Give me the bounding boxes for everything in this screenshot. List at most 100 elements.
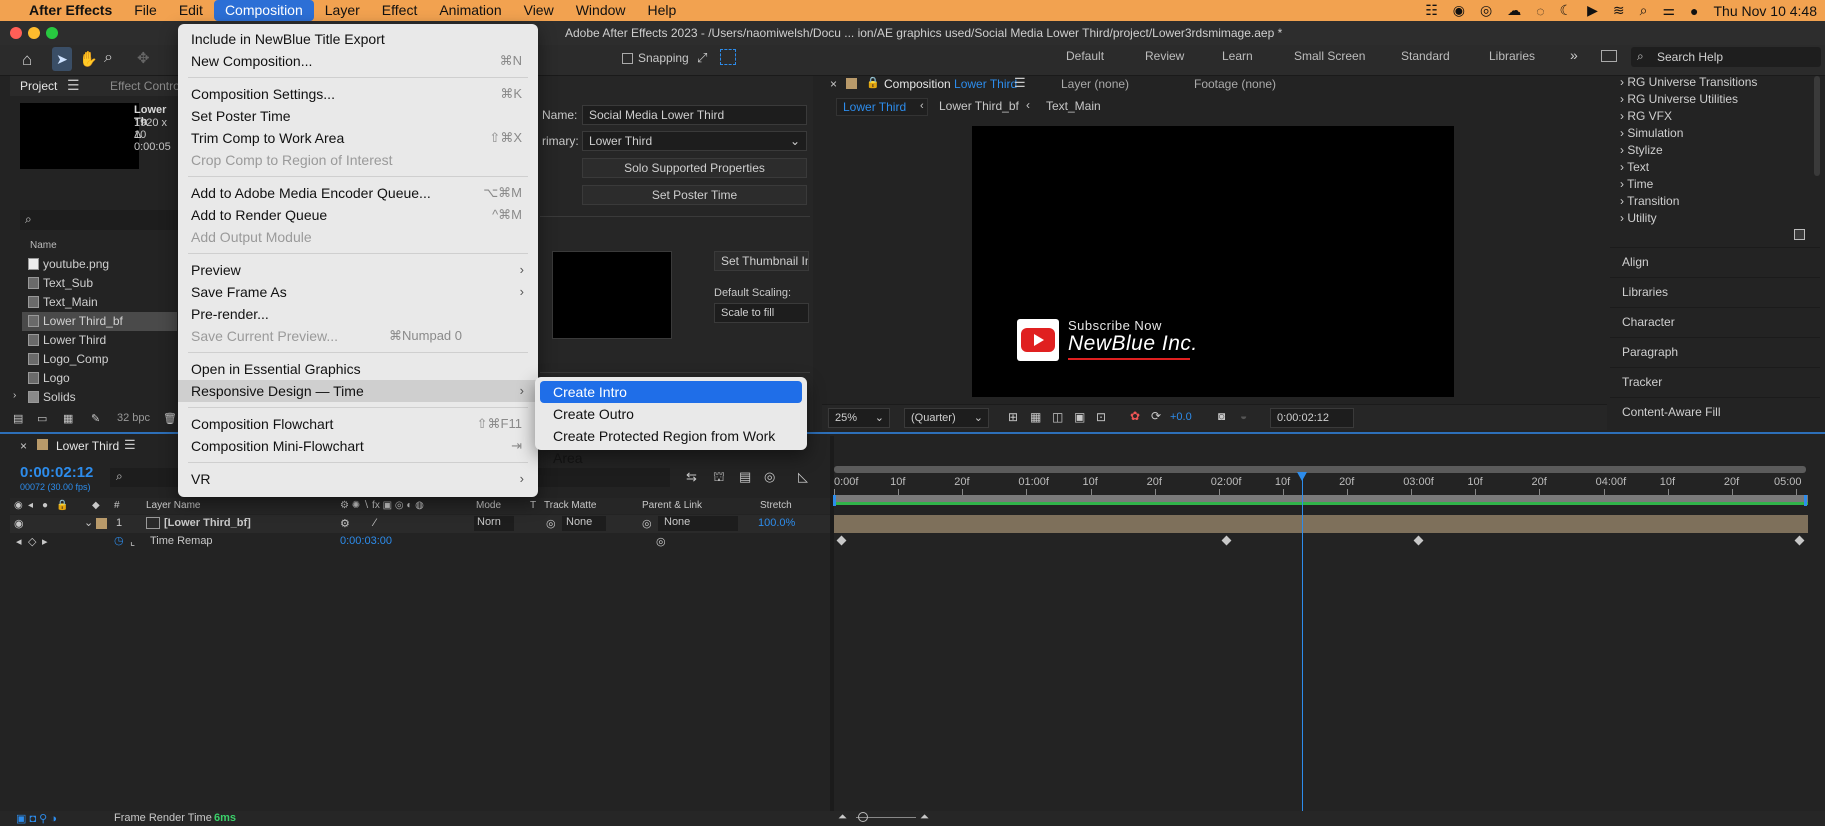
- project-item[interactable]: Text_Sub: [22, 274, 177, 293]
- comp-flowchart-icon[interactable]: ⇆: [686, 469, 697, 485]
- prev-keyframe-icon[interactable]: ◂: [16, 535, 22, 548]
- track-matte-select[interactable]: None: [562, 516, 606, 531]
- panel-paragraph[interactable]: Paragraph: [1610, 337, 1820, 366]
- project-item[interactable]: Solids: [22, 388, 177, 407]
- visibility-icon[interactable]: ◉: [14, 517, 24, 530]
- grid-icon[interactable]: ⊡: [1096, 410, 1106, 424]
- keyframe[interactable]: [1413, 535, 1424, 546]
- panel-align[interactable]: Align: [1610, 247, 1820, 276]
- effect-category[interactable]: › RG VFX: [1620, 109, 1672, 123]
- menu-composition[interactable]: Composition: [213, 0, 314, 21]
- mode-select[interactable]: Norn: [474, 516, 514, 531]
- resolution-select[interactable]: (Quarter) ⌄: [904, 408, 989, 428]
- tray-icon-1[interactable]: ☷: [1425, 2, 1438, 19]
- new-bin-icon[interactable]: [1794, 229, 1805, 240]
- collapse-switch-icon[interactable]: ⚙: [340, 517, 350, 530]
- close-tab-icon[interactable]: ×: [830, 77, 837, 91]
- siri-icon[interactable]: ●: [1690, 3, 1698, 19]
- bpc-label[interactable]: 32 bpc: [117, 412, 150, 424]
- menu-item-add-to-media-encoder[interactable]: Add to Adobe Media Encoder Queue... ⌥⌘M: [178, 182, 538, 204]
- keyframe[interactable]: [1221, 535, 1232, 546]
- cloud-icon[interactable]: ☁: [1507, 2, 1521, 19]
- menu-item-composition-settings[interactable]: Composition Settings... ⌘K: [178, 83, 538, 105]
- tab-project[interactable]: Project: [20, 79, 57, 93]
- snapshot-icon[interactable]: ◙: [1218, 409, 1225, 423]
- set-poster-time-button[interactable]: Set Poster Time: [582, 185, 807, 205]
- panel-content-aware-fill[interactable]: Content-Aware Fill: [1610, 397, 1820, 426]
- menu-view[interactable]: View: [513, 0, 565, 21]
- snap-icon[interactable]: ⤢: [697, 50, 707, 66]
- motion-blur-icon[interactable]: ◎: [764, 469, 775, 485]
- control-center-icon[interactable]: ⚌: [1662, 2, 1675, 19]
- stopwatch-icon[interactable]: ◷: [114, 534, 124, 547]
- solo-supported-button[interactable]: Solo Supported Properties: [582, 158, 807, 178]
- frame-blending-icon[interactable]: ▤: [739, 469, 751, 485]
- menu-item-set-poster-time[interactable]: Set Poster Time: [178, 105, 538, 127]
- layer-row[interactable]: ◉ ⌄ 1 [Lower Third_bf] ⚙ ⁄ Norn ◎ None ◎…: [10, 515, 832, 533]
- panel-character[interactable]: Character: [1610, 307, 1820, 336]
- exposure-value[interactable]: +0.0: [1170, 411, 1192, 423]
- menu-item-new-composition[interactable]: New Composition... ⌘N: [178, 50, 538, 72]
- zoom-window-button[interactable]: [46, 27, 58, 39]
- wifi-icon[interactable]: ≋: [1613, 2, 1625, 19]
- more-workspaces-icon[interactable]: »: [1570, 47, 1578, 63]
- zoom-slider-handle[interactable]: [858, 812, 868, 822]
- tab-effect-controls[interactable]: Effect Controls: [110, 79, 188, 93]
- project-item[interactable]: Lower Third: [22, 331, 177, 350]
- reset-exposure-icon[interactable]: ⟳: [1151, 409, 1161, 423]
- set-thumbnail-button[interactable]: Set Thumbnail Im: [714, 251, 809, 271]
- menu-edit[interactable]: Edit: [168, 0, 214, 21]
- panel-tracker[interactable]: Tracker: [1610, 367, 1820, 396]
- folder-expand-icon[interactable]: ›: [13, 390, 16, 401]
- workspace-standard[interactable]: Standard: [1401, 49, 1450, 63]
- project-item[interactable]: Logo: [22, 369, 177, 388]
- menu-item-vr[interactable]: VR ›: [178, 468, 538, 490]
- workspace-panel-icon[interactable]: [1601, 50, 1617, 62]
- effect-category[interactable]: › Simulation: [1620, 126, 1683, 140]
- project-item[interactable]: Lower Third_bf: [22, 312, 177, 331]
- effect-category[interactable]: › RG Universe Utilities: [1620, 92, 1738, 106]
- new-comp-icon[interactable]: ▦: [63, 412, 73, 425]
- zoom-tool-icon[interactable]: ⌕: [104, 49, 113, 67]
- project-menu-icon[interactable]: ☰: [67, 77, 80, 94]
- timeline-timecode[interactable]: 0:00:02:12: [20, 464, 93, 481]
- primary-select[interactable]: Lower Third ⌄: [582, 131, 807, 151]
- effect-category[interactable]: › Text: [1620, 160, 1649, 174]
- fast-preview-icon[interactable]: ⊞: [1008, 410, 1018, 424]
- in-point-marker[interactable]: [833, 495, 836, 506]
- search-help-box[interactable]: ⌕ Search Help: [1631, 47, 1821, 67]
- keyframe[interactable]: [1794, 535, 1805, 546]
- tab-footage[interactable]: Footage (none): [1194, 77, 1276, 91]
- snapping-checkbox[interactable]: [622, 53, 633, 64]
- menu-item-pre-render[interactable]: Pre-render...: [178, 303, 538, 325]
- workspace-default[interactable]: Default: [1066, 49, 1104, 63]
- timeline-graph[interactable]: [833, 436, 1825, 811]
- expand-layer-icon[interactable]: ⌄: [84, 516, 93, 529]
- airdrop-icon[interactable]: ◌: [1536, 3, 1544, 19]
- effects-scrollbar[interactable]: [1814, 76, 1820, 176]
- clock[interactable]: Thu Nov 10 4:48: [1713, 3, 1817, 19]
- menu-animation[interactable]: Animation: [428, 0, 512, 21]
- workspace-libraries[interactable]: Libraries: [1489, 49, 1535, 63]
- transparency-grid-icon[interactable]: ▦: [1030, 410, 1041, 424]
- out-point-marker[interactable]: [1804, 495, 1807, 506]
- menu-help[interactable]: Help: [637, 0, 688, 21]
- effect-category[interactable]: › Stylize: [1620, 143, 1663, 157]
- trash-icon[interactable]: 🗑: [163, 412, 177, 425]
- search-icon[interactable]: ⌕: [1640, 2, 1648, 19]
- show-snapshot-icon[interactable]: ◒: [1240, 409, 1247, 423]
- layer-duration-bar[interactable]: [834, 515, 1808, 533]
- home-icon[interactable]: ⌂: [22, 50, 32, 70]
- next-keyframe-icon[interactable]: ▸: [42, 535, 48, 548]
- tab-layer[interactable]: Layer (none): [1061, 77, 1129, 91]
- layer-color-icon[interactable]: [96, 518, 107, 529]
- moon-icon[interactable]: ☾: [1560, 2, 1573, 19]
- pickwhip-icon[interactable]: ◎: [642, 517, 652, 530]
- minimize-window-button[interactable]: [28, 27, 40, 39]
- snap-mode-icon[interactable]: [720, 49, 736, 65]
- effect-category[interactable]: › Time: [1620, 177, 1653, 191]
- menu-layer[interactable]: Layer: [314, 0, 371, 21]
- render-icon[interactable]: ✎: [91, 412, 100, 425]
- menu-item-newblue-export[interactable]: Include in NewBlue Title Export: [178, 28, 538, 50]
- channels-icon[interactable]: ✿: [1130, 409, 1140, 423]
